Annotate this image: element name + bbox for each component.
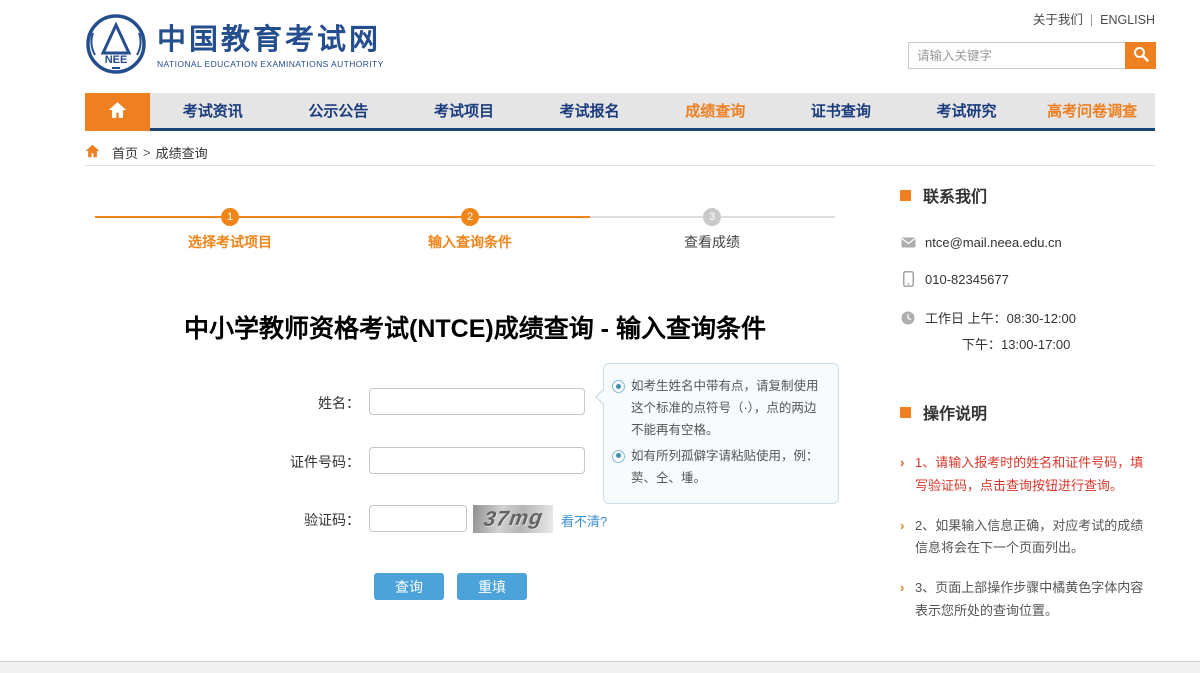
id-number-label: 证件号码：: [200, 452, 360, 472]
svg-text:NEE: NEE: [105, 54, 128, 66]
page-header: NEE 中国教育考试网 NATIONAL EDUCATION EXAMINATI…: [0, 0, 1200, 93]
instructions-section: 操作说明 › 1、请输入报考时的姓名和证件号码，填写验证码，点击查询按钮进行查询…: [900, 400, 1155, 623]
instruction-item-2: › 2、如果输入信息正确，对应考试的成绩信息将会在下一个页面列出。: [900, 515, 1155, 561]
nav-item-score-query[interactable]: 成绩查询: [653, 93, 779, 128]
id-number-input[interactable]: [369, 447, 585, 474]
phone-icon: [900, 271, 916, 287]
contact-phone: 010-82345677: [925, 272, 1009, 287]
chevron-icon: ›: [900, 577, 904, 600]
footer-strip: [0, 661, 1200, 673]
contact-hours-afternoon: 下午：13:00-17:00: [962, 334, 1155, 353]
top-utility-links: 关于我们 | ENGLISH: [1033, 9, 1155, 28]
search-button[interactable]: [1125, 42, 1156, 69]
tooltip-item: 如考生姓名中带有点，请复制使用这个标准的点符号（·），点的两边不能再有空格。: [612, 376, 828, 442]
chevron-icon: ›: [900, 515, 904, 538]
step-label-enter-criteria: 输入查询条件: [390, 232, 550, 252]
name-label: 姓名：: [200, 393, 360, 413]
clock-icon: [900, 311, 916, 325]
search-input[interactable]: [908, 42, 1125, 69]
step-progress-line-active: [95, 216, 590, 218]
instructions-heading: 操作说明: [900, 400, 1155, 424]
captcha-label: 验证码：: [200, 510, 360, 530]
query-button[interactable]: 查询: [374, 573, 444, 600]
captcha-image[interactable]: 37mg: [473, 505, 553, 533]
nav-item-public-notices[interactable]: 公示公告: [276, 93, 402, 128]
contact-email[interactable]: ntce@mail.neea.edu.cn: [925, 235, 1062, 250]
nav-item-certificate-query[interactable]: 证书查询: [778, 93, 904, 128]
breadcrumb-current: 成绩查询: [156, 143, 208, 162]
instruction-item-3: › 3、页面上部操作步骤中橘黄色字体内容表示您所处的查询位置。: [900, 577, 1155, 623]
nav-item-gaokao-survey[interactable]: 高考问卷调查: [1029, 93, 1155, 128]
tooltip-item: 如有所列孤僻字请粘贴使用，例：荬、仝、堹。: [612, 446, 828, 490]
home-icon: [108, 101, 127, 124]
main-nav: 考试资讯 公示公告 考试项目 考试报名 成绩查询 证书查询 考试研究 高考问卷调…: [85, 93, 1155, 131]
radio-bullet-icon: [612, 450, 625, 463]
tooltip-arrow: [595, 388, 604, 406]
nav-home-button[interactable]: [85, 93, 150, 131]
page-title: 中小学教师资格考试(NTCE)成绩查询 - 输入查询条件: [85, 309, 865, 345]
step-circle-2: 2: [461, 208, 479, 226]
reset-button[interactable]: 重填: [457, 573, 527, 600]
site-logo[interactable]: NEE 中国教育考试网 NATIONAL EDUCATION EXAMINATI…: [85, 13, 384, 80]
contact-hours-row: 工作日 上午：08:30-12:00: [900, 308, 1155, 327]
contact-us-heading: 联系我们: [900, 183, 1155, 207]
main-content: 1 2 3 选择考试项目 输入查询条件 查看成绩 中小学教师资格考试(NTCE)…: [85, 167, 1155, 661]
contact-phone-row: 010-82345677: [900, 271, 1155, 287]
nav-item-exam-registration[interactable]: 考试报名: [527, 93, 653, 128]
orange-square-bullet: [900, 407, 911, 418]
contact-email-row: ntce@mail.neea.edu.cn: [900, 235, 1155, 250]
name-input-tooltip: 如考生姓名中带有点，请复制使用这个标准的点符号（·），点的两边不能再有空格。 如…: [603, 363, 839, 504]
nav-item-exam-news[interactable]: 考试资讯: [150, 93, 276, 128]
english-link[interactable]: ENGLISH: [1100, 13, 1155, 27]
search-icon: [1133, 46, 1149, 65]
site-title: 中国教育考试网: [157, 24, 384, 57]
step-circle-1: 1: [221, 208, 239, 226]
step-label-view-scores: 查看成绩: [632, 232, 792, 252]
contact-hours-morning: 工作日 上午：08:30-12:00: [925, 308, 1076, 327]
breadcrumb-home-link[interactable]: 首页: [112, 143, 138, 162]
chevron-icon: ›: [900, 452, 904, 475]
right-sidebar: 联系我们 ntce@mail.neea.edu.cn 010-82345677: [900, 183, 1155, 640]
captcha-code-text: 37mg: [482, 506, 545, 532]
radio-bullet-icon: [612, 380, 625, 393]
breadcrumb-separator: >: [143, 145, 151, 160]
instruction-item-1: › 1、请输入报考时的姓名和证件号码，填写验证码，点击查询按钮进行查询。: [900, 452, 1155, 498]
name-input[interactable]: [369, 388, 585, 415]
link-separator: |: [1090, 13, 1093, 27]
step-circle-3: 3: [703, 208, 721, 226]
site-subtitle: NATIONAL EDUCATION EXAMINATIONS AUTHORIT…: [157, 59, 384, 69]
email-icon: [900, 237, 916, 248]
search-bar: [908, 42, 1156, 69]
step-label-select-exam: 选择考试项目: [150, 232, 310, 252]
orange-square-bullet: [900, 190, 911, 201]
captcha-refresh-link[interactable]: 看不清?: [561, 511, 607, 530]
neea-emblem-icon: NEE: [85, 13, 147, 80]
about-us-link[interactable]: 关于我们: [1033, 13, 1083, 27]
nav-item-exam-research[interactable]: 考试研究: [904, 93, 1030, 128]
breadcrumb-home-icon: [85, 144, 100, 161]
nav-item-exam-programs[interactable]: 考试项目: [401, 93, 527, 128]
captcha-input[interactable]: [369, 505, 467, 532]
breadcrumb: 首页 > 成绩查询: [85, 139, 1155, 166]
